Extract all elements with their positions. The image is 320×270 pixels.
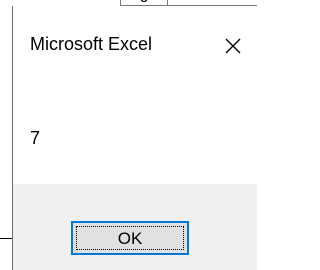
close-button[interactable] <box>215 28 251 64</box>
dialog-message: 7 <box>30 128 41 148</box>
ok-button-label: OK <box>117 229 143 248</box>
excel-screen: 8 Microsoft Excel 7 OK <box>0 0 257 270</box>
dialog-button-area: OK <box>13 184 257 270</box>
dialog-title: Microsoft Excel <box>30 34 153 54</box>
dialog-title-bar[interactable]: Microsoft Excel <box>13 6 257 83</box>
gridline <box>0 238 12 239</box>
message-box: Microsoft Excel 7 OK <box>12 6 257 270</box>
ok-button[interactable]: OK <box>71 221 189 255</box>
dialog-content: 7 <box>13 83 257 184</box>
close-icon <box>225 38 241 54</box>
